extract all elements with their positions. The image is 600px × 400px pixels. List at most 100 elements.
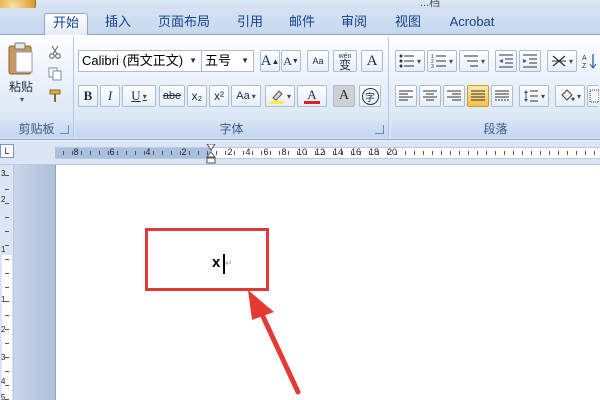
font-launcher-icon[interactable]	[375, 125, 384, 134]
tab-mailings[interactable]: 邮件	[280, 13, 324, 35]
vertical-ruler[interactable]: 32112345	[0, 165, 14, 400]
char-shading-button[interactable]: A	[333, 85, 355, 107]
italic-button[interactable]: I	[100, 85, 120, 107]
align-right-button[interactable]	[443, 85, 465, 107]
distribute-icon	[495, 90, 509, 101]
ruler-tick	[297, 151, 298, 155]
vruler-tick	[5, 245, 9, 246]
phonetic-guide-button[interactable]: wén 变	[333, 50, 357, 72]
ruler-tick	[495, 151, 496, 155]
chinese-layout-button[interactable]: ▾	[547, 50, 577, 72]
align-left-button[interactable]	[395, 85, 417, 107]
ruler-tick	[198, 151, 199, 155]
align-center-button[interactable]	[419, 85, 441, 107]
ruler-tick	[567, 151, 568, 155]
justify-button[interactable]	[467, 85, 489, 107]
align-center-icon	[423, 90, 437, 101]
ruler-tick	[252, 151, 253, 155]
paint-bucket-icon	[561, 89, 575, 101]
ruler-tick	[261, 151, 262, 155]
ruler-tick	[225, 151, 226, 155]
ruler-tick	[144, 151, 145, 155]
font-name-select[interactable]: Calibri (西文正文) ▼	[78, 50, 202, 72]
vruler-tick	[5, 231, 9, 232]
line-spacing-icon	[523, 90, 538, 102]
paste-dropdown-icon: ▾	[19, 95, 24, 104]
tab-home[interactable]: 开始	[44, 13, 88, 35]
shading-button[interactable]: ▾	[555, 85, 585, 107]
distribute-button[interactable]	[491, 85, 513, 107]
underline-button[interactable]: U ▾	[122, 85, 156, 107]
tab-review[interactable]: 审阅	[332, 13, 376, 35]
ruler-tick	[117, 151, 118, 155]
highlight-button[interactable]: ▾	[265, 85, 295, 107]
increase-indent-button[interactable]	[519, 50, 541, 72]
ruler-tick	[396, 151, 397, 155]
ruler-tick	[153, 151, 154, 155]
sort-icon: AZ	[582, 54, 596, 69]
decrease-indent-button[interactable]	[495, 50, 517, 72]
paste-label: 粘贴	[8, 80, 33, 94]
clear-format-button[interactable]: Aa	[307, 50, 329, 72]
grow-font-button[interactable]: A ▲	[260, 50, 280, 72]
justify-icon	[471, 90, 485, 101]
ruler-tick	[216, 151, 217, 155]
ruler-label: 4	[245, 147, 251, 157]
clear-format-icon: Aa	[312, 56, 324, 66]
ruler-tick	[351, 151, 352, 155]
ruler-tick	[81, 151, 82, 155]
tab-page-layout[interactable]: 页面布局	[150, 13, 218, 35]
superscript-icon: x²	[214, 89, 224, 103]
strikethrough-button[interactable]: abe	[159, 85, 185, 107]
document-page[interactable]	[55, 165, 600, 400]
tab-view[interactable]: 视图	[386, 13, 430, 35]
ruler-tick	[504, 151, 505, 155]
ruler-tick	[90, 151, 91, 155]
ruler-tick	[378, 151, 379, 155]
ruler-tick	[72, 151, 73, 155]
enclose-char-button[interactable]: 字	[359, 85, 381, 107]
line-spacing-button[interactable]: ▾	[519, 85, 549, 107]
cut-button[interactable]	[46, 43, 64, 61]
multilevel-list-button[interactable]: ▾	[459, 50, 489, 72]
borders-button[interactable]	[587, 85, 599, 107]
bullets-button[interactable]: ▾	[395, 50, 425, 72]
vruler-tick	[5, 315, 9, 316]
document-text[interactable]: x	[212, 254, 220, 271]
italic-icon: I	[107, 88, 113, 103]
svg-text:A: A	[582, 55, 587, 62]
shrink-font-button[interactable]: A ▼	[281, 50, 301, 72]
copy-button[interactable]	[46, 65, 64, 83]
char-border-button[interactable]: A	[361, 50, 383, 72]
clipboard-group: 粘贴 ▾ 剪贴板	[0, 37, 74, 138]
numbering-button[interactable]: 123 ▾	[427, 50, 457, 72]
font-size-select[interactable]: 五号 ▼	[202, 50, 254, 72]
vruler-tick	[5, 189, 9, 190]
svg-text:3: 3	[431, 64, 434, 68]
paste-button[interactable]: 粘贴 ▾	[4, 39, 38, 107]
chinese-layout-icon	[551, 55, 566, 67]
tab-acrobat[interactable]: Acrobat	[440, 13, 504, 35]
underline-icon: U	[131, 88, 141, 103]
font-group: Calibri (西文正文) ▼ 五号 ▼ A ▲ A ▼ Aa wén 变 A B…	[75, 37, 389, 138]
bold-icon: B	[83, 88, 93, 103]
vruler-tick	[5, 175, 9, 176]
change-case-button[interactable]: Aa ▾	[231, 85, 261, 107]
font-color-button[interactable]: A	[297, 85, 327, 107]
ribbon-tab-bar: 开始 插入 页面布局 引用 邮件 审阅 视图 Acrobat	[0, 8, 600, 35]
clipboard-launcher-icon[interactable]	[60, 125, 69, 134]
tab-stop-selector[interactable]: L	[0, 144, 14, 158]
subscript-button[interactable]: x₂	[187, 85, 207, 107]
bold-button[interactable]: B	[78, 85, 98, 107]
decrease-indent-icon	[499, 54, 513, 68]
vruler-tick	[5, 273, 9, 274]
ruler-bar[interactable]: 8 6 4 2 2 4 6 8 10 12 14 16 18 20	[55, 147, 600, 159]
format-painter-button[interactable]	[46, 87, 64, 105]
indent-marker-icon[interactable]	[206, 144, 216, 164]
tab-insert[interactable]: 插入	[96, 13, 140, 35]
sort-button[interactable]: AZ	[579, 50, 599, 72]
superscript-button[interactable]: x²	[209, 85, 229, 107]
ruler-tick	[432, 151, 433, 155]
ruler-tick	[315, 151, 316, 155]
tab-references[interactable]: 引用	[228, 13, 272, 35]
